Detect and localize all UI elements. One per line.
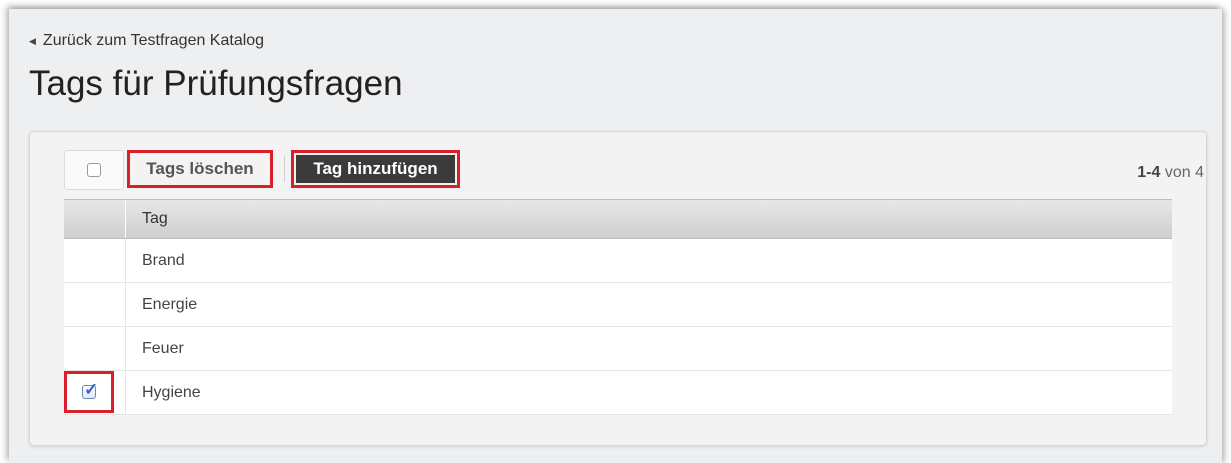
pagination-range: 1-4 — [1137, 164, 1161, 181]
row-checkbox-cell[interactable] — [64, 239, 126, 282]
back-link-label: Zurück zum Testfragen Katalog — [42, 32, 265, 49]
left-triangle-icon: ◀ — [29, 35, 36, 46]
pagination-info: 1-4 von 4 — [1137, 164, 1204, 182]
table-row[interactable]: ✓ Hygiene — [64, 371, 1172, 415]
tags-panel: Tags löschen Tag hinzufügen 1-4 von 4 Ta… — [29, 131, 1207, 446]
pagination-total: von 4 — [1164, 164, 1204, 181]
table-row[interactable]: Energie — [64, 283, 1172, 327]
column-header-tag[interactable]: Tag — [126, 200, 168, 238]
tag-cell: Hygiene — [142, 383, 201, 401]
page-title: Tags für Prüfungsfragen — [29, 64, 403, 103]
tag-cell: Feuer — [142, 339, 184, 357]
tags-table: Tag Brand Energie Feuer ✓ Hygiene — [64, 199, 1172, 415]
row-checkbox-cell[interactable] — [64, 327, 126, 370]
add-tag-button[interactable]: Tag hinzufügen — [291, 150, 460, 188]
tag-cell: Energie — [142, 295, 198, 313]
tag-cell: Brand — [142, 251, 185, 269]
row-checkbox-cell[interactable] — [64, 283, 126, 326]
table-row[interactable]: Brand — [64, 239, 1172, 283]
add-tag-label: Tag hinzufügen — [296, 155, 455, 183]
app-frame: ◀ Zurück zum Testfragen Katalog Tags für… — [9, 9, 1222, 463]
select-all-checkbox[interactable] — [64, 150, 124, 190]
row-checkbox-checked[interactable]: ✓ — [64, 371, 114, 413]
toolbar: Tags löschen Tag hinzufügen 1-4 von 4 — [64, 150, 1204, 192]
toolbar-divider — [284, 156, 285, 182]
header-check-column — [64, 200, 126, 238]
row-checkbox-cell[interactable]: ✓ — [64, 371, 126, 414]
checkbox-icon — [87, 163, 101, 177]
table-header: Tag — [64, 199, 1172, 239]
back-link[interactable]: ◀ Zurück zum Testfragen Katalog — [29, 32, 264, 50]
checkbox-icon: ✓ — [82, 381, 98, 399]
checkmark-icon: ✓ — [84, 380, 99, 399]
table-row[interactable]: Feuer — [64, 327, 1172, 371]
delete-tags-button[interactable]: Tags löschen — [127, 150, 273, 188]
